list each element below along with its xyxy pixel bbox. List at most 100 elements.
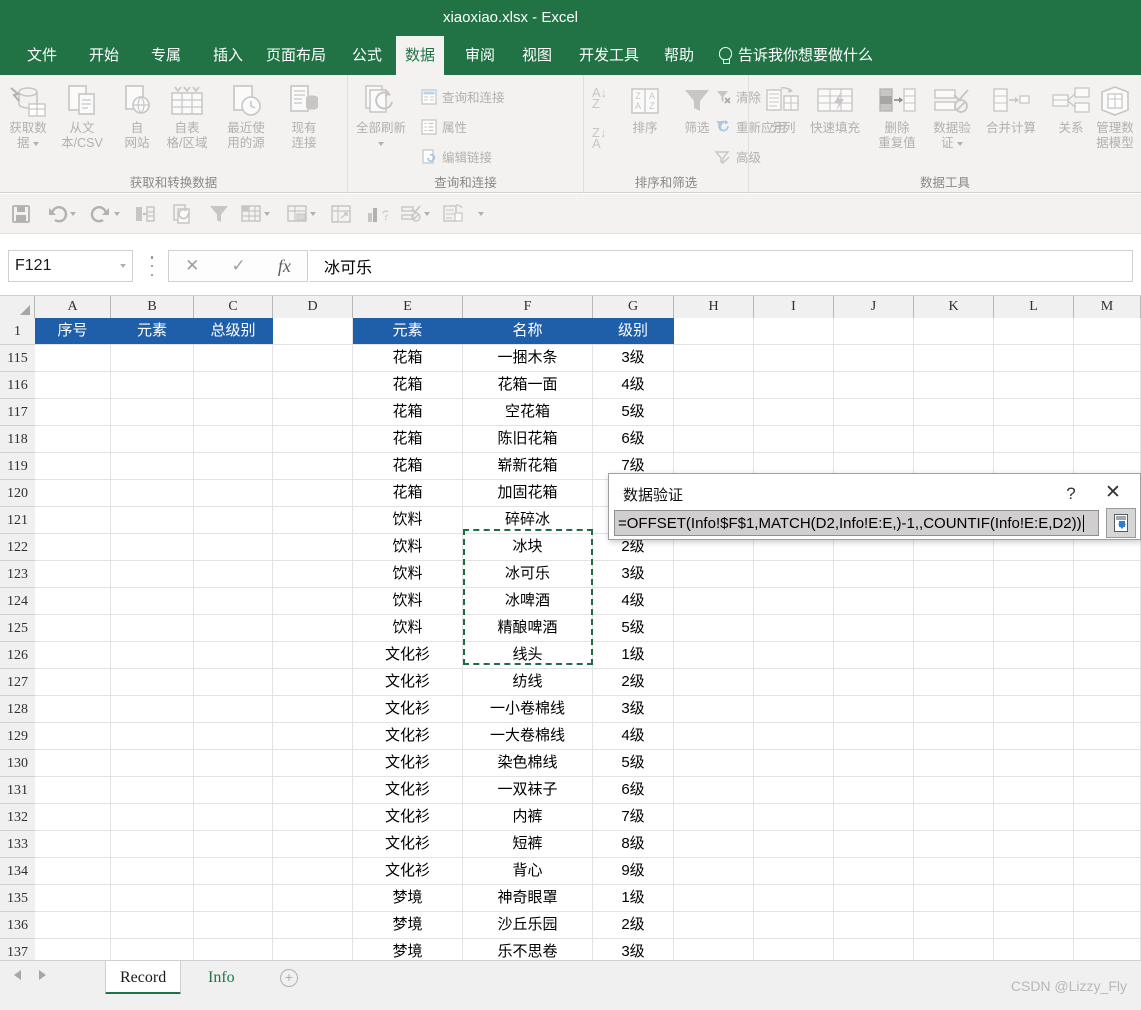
cell-H136[interactable]: [674, 912, 754, 938]
cell-J123[interactable]: [834, 561, 914, 587]
cell-D126[interactable]: [273, 642, 353, 668]
cell-E1[interactable]: 元素: [353, 318, 463, 344]
cell-D115[interactable]: [273, 345, 353, 371]
cell-I115[interactable]: [754, 345, 834, 371]
cell-E132[interactable]: 文化衫: [353, 804, 463, 830]
cell-M115[interactable]: [1074, 345, 1141, 371]
row-header-131[interactable]: 131: [0, 777, 35, 804]
sheet-tab-record[interactable]: Record: [105, 961, 182, 995]
cell-J116[interactable]: [834, 372, 914, 398]
cell-M118[interactable]: [1074, 426, 1141, 452]
cell-C118[interactable]: [194, 426, 273, 452]
cell-I124[interactable]: [754, 588, 834, 614]
column-header-a[interactable]: A: [35, 296, 111, 318]
cell-F136[interactable]: 沙丘乐园: [463, 912, 593, 938]
cell-L123[interactable]: [994, 561, 1074, 587]
cell-K129[interactable]: [914, 723, 994, 749]
cell-I117[interactable]: [754, 399, 834, 425]
chevron-down-icon[interactable]: [120, 264, 126, 268]
cell-K127[interactable]: [914, 669, 994, 695]
cell-B125[interactable]: [111, 615, 194, 641]
cell-D133[interactable]: [273, 831, 353, 857]
cell-M134[interactable]: [1074, 858, 1141, 884]
cell-F123[interactable]: 冰可乐: [463, 561, 593, 587]
tell-me-search[interactable]: 告诉我你想要做什么: [718, 36, 873, 75]
column-header-l[interactable]: L: [994, 296, 1074, 318]
row-header-116[interactable]: 116: [0, 372, 35, 399]
chevron-down-icon[interactable]: [957, 141, 963, 146]
ribbon-recent-sources[interactable]: 最近使 用的源: [222, 81, 270, 151]
column-header-m[interactable]: M: [1074, 296, 1141, 318]
cell-M125[interactable]: [1074, 615, 1141, 641]
cell-K117[interactable]: [914, 399, 994, 425]
cell-E136[interactable]: 梦境: [353, 912, 463, 938]
ribbon-sort-ascending[interactable]: A↓ Z: [592, 86, 607, 110]
cell-B126[interactable]: [111, 642, 194, 668]
cell-K128[interactable]: [914, 696, 994, 722]
chevron-down-icon[interactable]: [33, 141, 39, 146]
cell-J134[interactable]: [834, 858, 914, 884]
cell-D132[interactable]: [273, 804, 353, 830]
chevron-down-icon[interactable]: [478, 212, 484, 216]
cell-E127[interactable]: 文化衫: [353, 669, 463, 695]
cell-D117[interactable]: [273, 399, 353, 425]
cell-D135[interactable]: [273, 885, 353, 911]
cell-K115[interactable]: [914, 345, 994, 371]
cell-J1[interactable]: [834, 318, 914, 344]
ribbon-tab-8[interactable]: 视图: [513, 36, 561, 75]
qat-undo[interactable]: [46, 202, 76, 226]
ribbon-tab-4[interactable]: 页面布局: [257, 36, 335, 75]
cell-C121[interactable]: [194, 507, 273, 533]
row-header-129[interactable]: 129: [0, 723, 35, 750]
cell-G133[interactable]: 8级: [593, 831, 674, 857]
cell-F134[interactable]: 背心: [463, 858, 593, 884]
cell-G128[interactable]: 3级: [593, 696, 674, 722]
cell-J135[interactable]: [834, 885, 914, 911]
cell-D136[interactable]: [273, 912, 353, 938]
cell-C130[interactable]: [194, 750, 273, 776]
cell-I136[interactable]: [754, 912, 834, 938]
cell-F127[interactable]: 纺线: [463, 669, 593, 695]
column-header-h[interactable]: H: [674, 296, 754, 318]
cell-A128[interactable]: [35, 696, 111, 722]
column-header-f[interactable]: F: [463, 296, 593, 318]
cell-B115[interactable]: [111, 345, 194, 371]
close-icon[interactable]: ✕: [1096, 482, 1130, 506]
row-header-122[interactable]: 122: [0, 534, 35, 561]
cell-F1[interactable]: 名称: [463, 318, 593, 344]
row-header-133[interactable]: 133: [0, 831, 35, 858]
cell-L127[interactable]: [994, 669, 1074, 695]
cell-H133[interactable]: [674, 831, 754, 857]
ribbon-tab-0[interactable]: 文件: [18, 36, 66, 75]
cell-F137[interactable]: 乐不思卷: [463, 939, 593, 960]
ribbon-consolidate[interactable]: 合并计算: [980, 81, 1042, 136]
cell-L136[interactable]: [994, 912, 1074, 938]
cell-J115[interactable]: [834, 345, 914, 371]
cell-L124[interactable]: [994, 588, 1074, 614]
cell-K133[interactable]: [914, 831, 994, 857]
cell-E125[interactable]: 饮料: [353, 615, 463, 641]
cell-K116[interactable]: [914, 372, 994, 398]
row-header-120[interactable]: 120: [0, 480, 35, 507]
ribbon-relationships[interactable]: 关系: [1047, 81, 1095, 136]
ribbon-data-validation[interactable]: 数据验 证: [927, 81, 977, 151]
cell-H127[interactable]: [674, 669, 754, 695]
help-icon[interactable]: ?: [1058, 482, 1084, 506]
cell-M1[interactable]: [1074, 318, 1141, 344]
cell-E126[interactable]: 文化衫: [353, 642, 463, 668]
cell-J127[interactable]: [834, 669, 914, 695]
prev-sheet-icon[interactable]: [14, 970, 21, 980]
cell-C134[interactable]: [194, 858, 273, 884]
row-header-118[interactable]: 118: [0, 426, 35, 453]
cell-H117[interactable]: [674, 399, 754, 425]
cell-A132[interactable]: [35, 804, 111, 830]
cell-B120[interactable]: [111, 480, 194, 506]
row-header-124[interactable]: 124: [0, 588, 35, 615]
cell-K123[interactable]: [914, 561, 994, 587]
row-header-135[interactable]: 135: [0, 885, 35, 912]
cell-A120[interactable]: [35, 480, 111, 506]
cell-F129[interactable]: 一大卷棉线: [463, 723, 593, 749]
ribbon-tab-1[interactable]: 开始: [80, 36, 128, 75]
cell-B129[interactable]: [111, 723, 194, 749]
cell-M128[interactable]: [1074, 696, 1141, 722]
